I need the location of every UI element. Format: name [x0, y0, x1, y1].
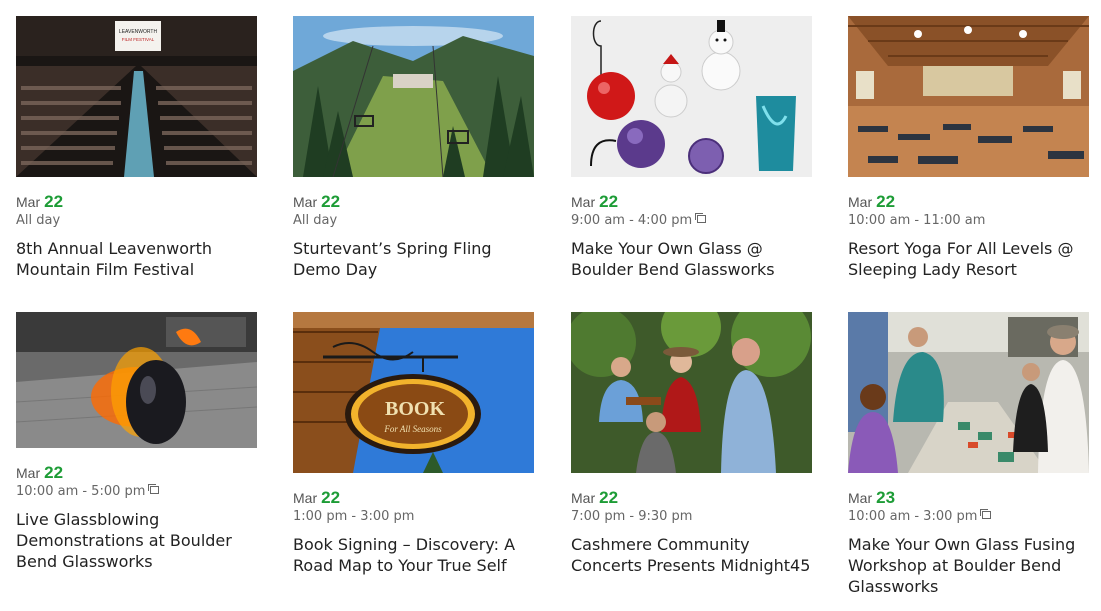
event-month: Mar — [16, 465, 41, 481]
event-time: 9:00 am - 4:00 pm — [571, 212, 812, 229]
event-day: 22 — [876, 192, 896, 211]
event-title-link[interactable]: Book Signing – Discovery: A Road Map to … — [293, 534, 534, 576]
event-time: 10:00 am - 3:00 pm — [848, 508, 1089, 525]
event-image-make-glass[interactable] — [571, 16, 812, 177]
event-time: All day — [293, 212, 534, 229]
event-day: 22 — [44, 192, 64, 211]
event-day: 23 — [876, 488, 896, 507]
event-time-text: All day — [293, 213, 338, 228]
event-time-text: 7:00 pm - 9:30 pm — [571, 509, 693, 524]
event-title-link[interactable]: 8th Annual Leavenworth Mountain Film Fes… — [16, 238, 257, 280]
recurring-icon — [148, 484, 160, 494]
event-date: Mar 22 — [571, 192, 812, 212]
recurring-icon — [980, 509, 992, 519]
event-title-link[interactable]: Live Glassblowing Demonstrations at Boul… — [16, 509, 257, 572]
event-title-link[interactable]: Cashmere Community Concerts Presents Mid… — [571, 534, 812, 576]
event-month: Mar — [571, 194, 596, 210]
event-card[interactable]: LEAVENWORTH FILM FESTIVAL Mar 22 All day … — [16, 16, 257, 280]
event-image-spring-fling[interactable] — [293, 16, 534, 177]
svg-text:For All Seasons: For All Seasons — [383, 424, 442, 434]
event-day: 22 — [321, 488, 341, 507]
event-date: Mar 22 — [571, 488, 812, 508]
event-month: Mar — [848, 194, 873, 210]
event-date: Mar 22 — [293, 192, 534, 212]
event-time: 10:00 am - 11:00 am — [848, 212, 1089, 229]
event-time: 7:00 pm - 9:30 pm — [571, 508, 812, 525]
event-date: Mar 23 — [848, 488, 1089, 508]
film-festival-photo: LEAVENWORTH FILM FESTIVAL — [16, 16, 257, 177]
event-day: 22 — [599, 488, 619, 507]
event-time-text: 10:00 am - 5:00 pm — [16, 484, 146, 499]
event-title-link[interactable]: Sturtevant’s Spring Fling Demo Day — [293, 238, 534, 280]
event-time-text: 1:00 pm - 3:00 pm — [293, 509, 415, 524]
event-time-text: 10:00 am - 3:00 pm — [848, 509, 978, 524]
ski-mountain-photo — [293, 16, 534, 177]
event-time: All day — [16, 212, 257, 229]
event-image-glass-fusing[interactable] — [848, 312, 1089, 473]
event-image-concert[interactable] — [571, 312, 812, 473]
svg-text:LEAVENWORTH: LEAVENWORTH — [119, 29, 158, 35]
event-title-link[interactable]: Make Your Own Glass @ Boulder Bend Glass… — [571, 238, 812, 280]
event-month: Mar — [571, 490, 596, 506]
recurring-icon — [695, 213, 707, 223]
event-month: Mar — [848, 490, 873, 506]
svg-text:FILM FESTIVAL: FILM FESTIVAL — [122, 37, 155, 42]
event-title-link[interactable]: Resort Yoga For All Levels @ Sleeping La… — [848, 238, 1089, 280]
event-card[interactable]: Mar 22 10:00 am - 5:00 pm Live Glassblowi… — [16, 312, 257, 572]
event-card[interactable]: Mar 22 10:00 am - 11:00 am Resort Yoga Fo… — [848, 16, 1089, 280]
event-title-link[interactable]: Make Your Own Glass Fusing Workshop at B… — [848, 534, 1089, 597]
event-day: 22 — [321, 192, 341, 211]
event-day: 22 — [599, 192, 619, 211]
event-day: 22 — [44, 463, 64, 482]
event-time: 1:00 pm - 3:00 pm — [293, 508, 534, 525]
event-date: Mar 22 — [293, 488, 534, 508]
event-card[interactable]: Mar 23 10:00 am - 3:00 pm Make Your Own G… — [848, 312, 1089, 597]
svg-text:BOOK: BOOK — [385, 398, 445, 420]
event-card[interactable]: Mar 22 9:00 am - 4:00 pm Make Your Own Gl… — [571, 16, 812, 280]
event-date: Mar 22 — [16, 192, 257, 212]
glass-ornaments-photo — [571, 16, 812, 177]
event-image-yoga[interactable] — [848, 16, 1089, 177]
event-time: 10:00 am - 5:00 pm — [16, 483, 257, 500]
event-image-film-festival[interactable]: LEAVENWORTH FILM FESTIVAL — [16, 16, 257, 177]
book-store-sign-photo: BOOK For All Seasons — [293, 312, 534, 473]
glass-fusing-workshop-photo — [848, 312, 1089, 473]
event-time-text: 10:00 am - 11:00 am — [848, 213, 986, 228]
event-image-book-signing[interactable]: BOOK For All Seasons — [293, 312, 534, 473]
event-month: Mar — [16, 194, 41, 210]
event-card[interactable]: BOOK For All Seasons Mar 22 1:00 pm - 3:0… — [293, 312, 534, 576]
event-month: Mar — [293, 490, 318, 506]
event-card[interactable]: Mar 22 7:00 pm - 9:30 pm Cashmere Communi… — [571, 312, 812, 576]
event-time-text: 9:00 am - 4:00 pm — [571, 213, 693, 228]
event-date: Mar 22 — [16, 463, 257, 483]
event-image-glassblowing[interactable] — [16, 312, 257, 448]
event-date: Mar 22 — [848, 192, 1089, 212]
event-month: Mar — [293, 194, 318, 210]
glassblowing-photo — [16, 312, 257, 448]
event-time-text: All day — [16, 213, 61, 228]
yoga-room-photo — [848, 16, 1089, 177]
band-photo — [571, 312, 812, 473]
event-card[interactable]: Mar 22 All day Sturtevant’s Spring Fling … — [293, 16, 534, 280]
